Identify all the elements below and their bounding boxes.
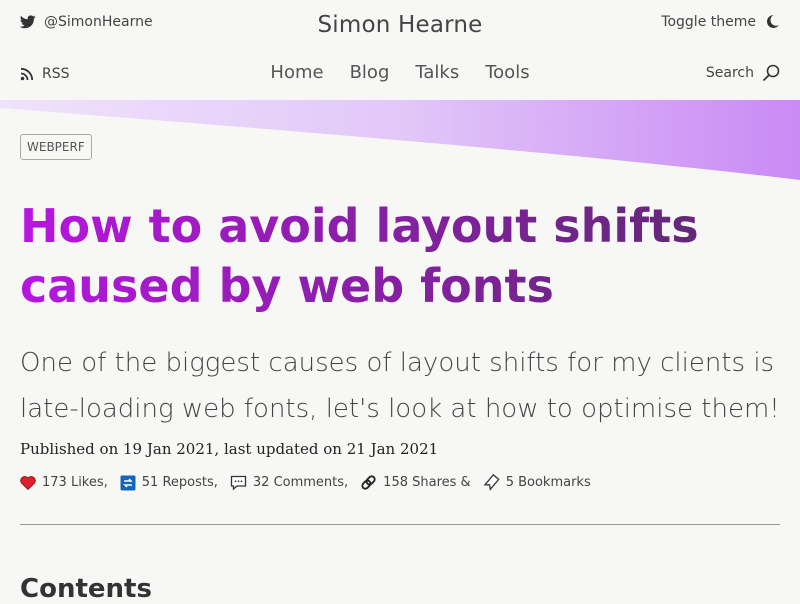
link-icon: [360, 474, 377, 491]
header-wave-decoration: [0, 100, 800, 180]
comments-stat[interactable]: 32 Comments,: [230, 475, 348, 491]
shares-stat[interactable]: 158 Shares &: [360, 474, 471, 491]
article-title: How to avoid layout shifts caused by web…: [20, 196, 760, 316]
publish-date: Published on 19 Jan 2021, last updated o…: [20, 440, 439, 458]
shares-count: 158 Shares &: [383, 475, 471, 490]
nav-item-blog[interactable]: Blog: [350, 62, 390, 83]
site-header: @SimonHearne Simon Hearne Toggle theme R…: [0, 0, 800, 100]
bookmark-icon: [483, 474, 500, 491]
nav-item-talks[interactable]: Talks: [415, 62, 459, 83]
search-icon: [762, 64, 780, 82]
toggle-theme-button[interactable]: Toggle theme: [661, 14, 780, 30]
repost-icon: [120, 475, 136, 491]
toggle-theme-label: Toggle theme: [661, 14, 756, 30]
comments-count: 32 Comments,: [252, 475, 349, 490]
search-button[interactable]: Search: [706, 64, 780, 82]
nav-item-tools[interactable]: Tools: [485, 62, 529, 83]
heart-icon: [20, 475, 36, 490]
main-nav: Home Blog Talks Tools: [0, 62, 800, 83]
article-subtitle: One of the biggest causes of layout shif…: [20, 348, 780, 424]
bookmarks-count: 5 Bookmarks: [505, 475, 591, 490]
reposts-stat[interactable]: 51 Reposts,: [120, 475, 218, 491]
bookmarks-stat[interactable]: 5 Bookmarks: [483, 474, 591, 491]
social-stats: 173 Likes, 51 Reposts, 32 Comments, 158 …: [20, 474, 599, 491]
search-label: Search: [705, 65, 754, 81]
comment-icon: [230, 475, 247, 491]
moon-icon: [764, 14, 780, 30]
reposts-count: 51 Reposts,: [141, 475, 218, 490]
section-divider: [20, 524, 780, 525]
likes-stat[interactable]: 173 Likes,: [20, 475, 108, 490]
category-tag[interactable]: WEBPERF: [20, 134, 92, 160]
nav-item-home[interactable]: Home: [270, 62, 323, 83]
likes-count: 173 Likes,: [42, 475, 108, 490]
